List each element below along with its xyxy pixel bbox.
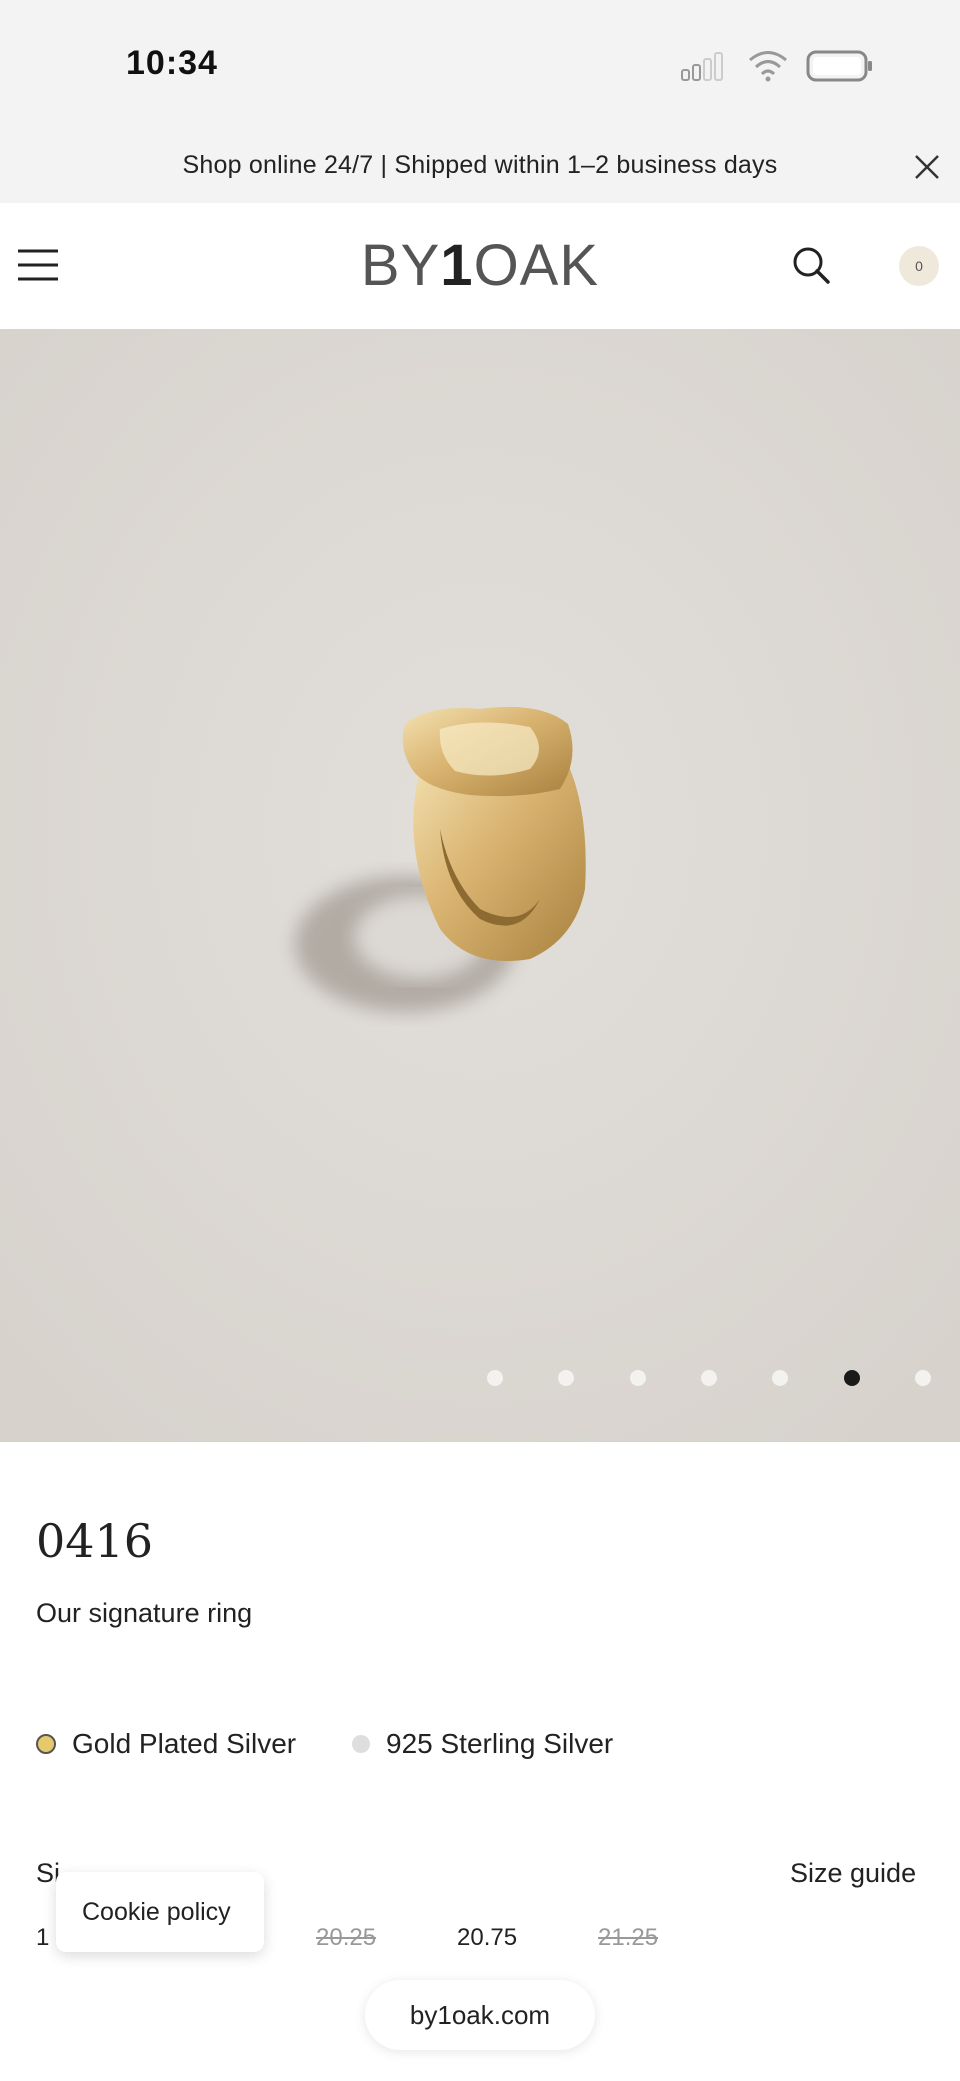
carousel-dot-active[interactable]	[844, 1370, 860, 1386]
carousel-dot[interactable]	[915, 1370, 931, 1386]
cookie-policy-popup[interactable]: Cookie policy	[56, 1872, 264, 1952]
product-image[interactable]	[0, 329, 960, 1442]
carousel-dot[interactable]	[772, 1370, 788, 1386]
battery-icon	[806, 50, 872, 82]
logo-part-1: 1	[440, 233, 474, 298]
variant-gold-plated[interactable]: Gold Plated Silver	[36, 1728, 296, 1760]
status-bar: 10:34	[0, 0, 960, 125]
size-option[interactable]: 20.75	[457, 1924, 517, 1952]
wifi-icon	[749, 51, 787, 82]
gold-swatch-icon	[36, 1734, 56, 1754]
ring-photo	[0, 329, 960, 1442]
size-guide-link[interactable]: Size guide	[790, 1858, 916, 1889]
url-bar[interactable]: by1oak.com	[365, 1980, 595, 2050]
carousel-dot[interactable]	[558, 1370, 574, 1386]
size-option[interactable]: 1	[36, 1924, 49, 1952]
product-subtitle: Our signature ring	[36, 1598, 253, 1628]
size-option-unavailable[interactable]: 21.25	[598, 1924, 658, 1952]
status-time: 10:34	[126, 44, 218, 82]
carousel-dot[interactable]	[487, 1370, 503, 1386]
cart-button[interactable]: 0	[899, 246, 939, 286]
announcement-text: Shop online 24/7 | Shipped within 1–2 bu…	[182, 151, 778, 179]
carousel-dot[interactable]	[701, 1370, 717, 1386]
size-option-unavailable[interactable]: 20.25	[316, 1924, 376, 1952]
silver-swatch-icon	[352, 1735, 370, 1753]
signal-icon	[681, 52, 723, 81]
variant-label: 925 Sterling Silver	[386, 1728, 614, 1759]
product-title: 0416	[36, 1514, 154, 1568]
close-icon[interactable]	[912, 152, 942, 182]
logo-part-oak: OAK	[473, 233, 600, 298]
variant-label: Gold Plated Silver	[72, 1728, 297, 1759]
carousel-indicators	[0, 1370, 960, 1390]
variant-sterling-silver[interactable]: 925 Sterling Silver	[352, 1728, 613, 1760]
logo-part-by: BY	[360, 233, 441, 298]
announcement-bar: Shop online 24/7 | Shipped within 1–2 bu…	[0, 125, 960, 203]
carousel-dot[interactable]	[630, 1370, 646, 1386]
cookie-policy-label: Cookie policy	[82, 1898, 231, 1926]
search-icon[interactable]	[790, 244, 832, 286]
